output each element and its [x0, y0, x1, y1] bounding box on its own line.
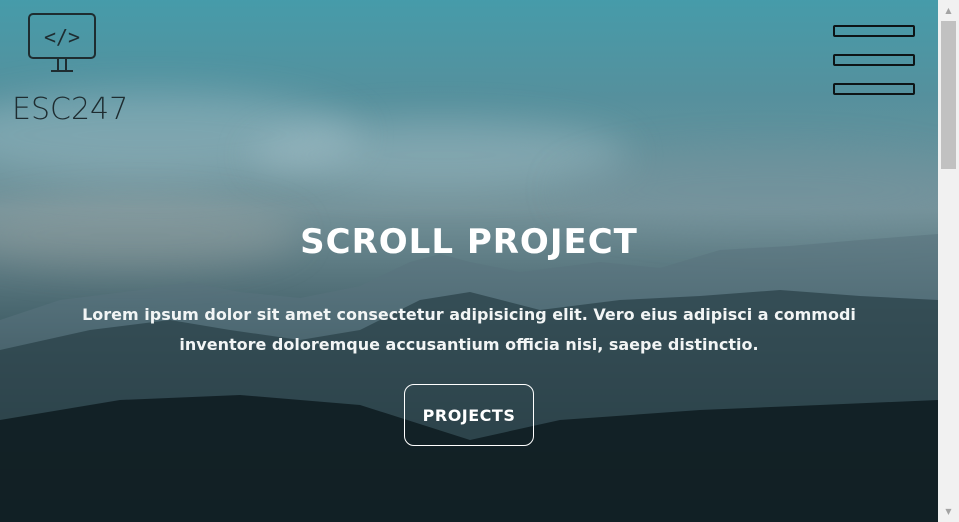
hamburger-menu-icon[interactable] [832, 25, 920, 101]
scroll-up-arrow-icon[interactable]: ▲ [938, 2, 959, 19]
code-glyph: </> [44, 25, 80, 49]
hero-section: </> ESC247 SCROLL PROJECT Lorem ipsum do… [0, 0, 938, 522]
brand-name: ESC247 [12, 92, 129, 127]
monitor-code-icon: </> [28, 13, 96, 72]
brand-logo[interactable]: </> ESC247 [6, 12, 128, 127]
projects-button[interactable]: PROJECTS [404, 384, 534, 446]
hero-description: Lorem ipsum dolor sit amet consectetur a… [82, 305, 856, 354]
scroll-down-arrow-icon[interactable]: ▼ [938, 503, 959, 520]
hero-title: SCROLL PROJECT [300, 222, 638, 262]
menu-bar [833, 54, 915, 66]
menu-bar [833, 83, 915, 95]
scroll-thumb[interactable] [941, 21, 956, 169]
vertical-scrollbar[interactable]: ▲ ▼ [938, 0, 959, 522]
menu-bar [833, 25, 915, 37]
